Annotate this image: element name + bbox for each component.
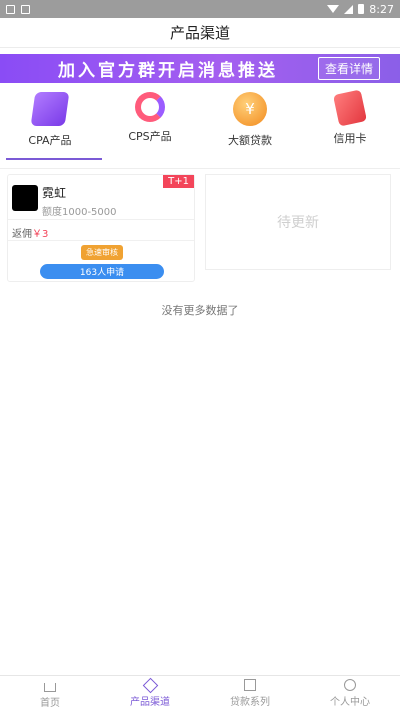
loan-series-icon [244,679,256,691]
signal-icon [344,4,354,14]
status-time: 8:27 [369,2,394,16]
cps-icon [135,92,165,122]
product-logo [12,185,38,211]
tab-label: 信用卡 [333,132,367,145]
bottom-tab-bar: 首页 产品渠道 贷款系列 个人中心 [0,675,400,711]
user-center-icon [344,679,356,691]
tab-label: 首页 [40,697,60,709]
product-name: 霓虹 [42,186,67,200]
settlement-tag: T+1 [163,175,194,188]
wifi-icon [327,5,340,13]
tab-label: CPA产品 [28,134,72,147]
rebate-value: ￥3 [32,229,49,240]
tab-credit-card[interactable]: 信用卡 [300,88,400,158]
tab-label: 大额贷款 [228,134,272,147]
tab-label: 贷款系列 [230,697,270,708]
large-loan-icon: ¥ [233,92,267,126]
divider [8,240,194,241]
battery-icon [358,4,365,14]
tab-label: CPS产品 [128,130,172,143]
credit-card-icon [332,89,368,127]
product-grid: T+1 霓虹 额度1000-5000 返佣￥3 急速审核 163人申请 待更新 [0,169,400,282]
divider [8,219,194,220]
product-card[interactable]: T+1 霓虹 额度1000-5000 返佣￥3 急速审核 163人申请 [7,174,195,282]
tab-product-channel[interactable]: 产品渠道 [100,676,200,711]
pending-update-card: 待更新 [205,174,391,270]
fast-review-badge: 急速审核 [81,245,123,260]
rebate: 返佣￥3 [12,225,48,240]
view-details-button[interactable]: 查看详情 [317,57,380,80]
notification-icon [6,4,15,14]
page-title: 产品渠道 [0,18,400,48]
tab-label: 产品渠道 [130,696,170,708]
tab-user-center[interactable]: 个人中心 [300,676,400,711]
tab-large-loan[interactable]: ¥ 大额贷款 [200,88,300,158]
list-end-text: 没有更多数据了 [161,304,239,317]
group-banner[interactable]: 加入官方群开启消息推送 查看详情 [0,54,400,83]
product-limit: 额度1000-5000 [42,207,117,218]
banner-text: 加入官方群开启消息推送 [58,61,278,81]
tab-cpa[interactable]: CPA产品 [0,88,102,160]
notification-icons [6,4,30,14]
tab-home[interactable]: 首页 [0,676,100,711]
category-tabs: CPA产品 CPS产品 ¥ 大额贷款 信用卡 [0,88,400,160]
cpa-icon [30,92,70,126]
notification-icon [21,4,30,14]
product-channel-icon [142,677,158,693]
tab-cps[interactable]: CPS产品 [100,88,200,158]
home-icon [44,682,56,692]
tab-label: 个人中心 [330,697,370,708]
status-bar: 8:27 [0,0,400,18]
tab-loan-series[interactable]: 贷款系列 [200,676,300,711]
status-indicators: 8:27 [327,3,394,16]
rebate-label: 返佣 [12,229,32,240]
apply-button[interactable]: 163人申请 [40,264,164,279]
